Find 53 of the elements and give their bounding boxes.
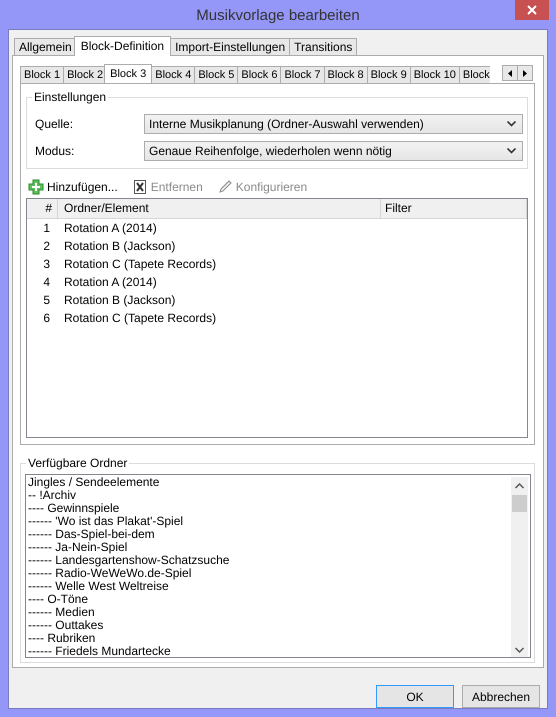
- tab[interactable]: Block 5: [194, 66, 238, 83]
- dropdown[interactable]: Interne Musikplanung (Ordner-Auswahl verwenden): [144, 114, 523, 134]
- field-label: Modus:: [35, 144, 76, 158]
- tab[interactable]: Transitions: [289, 38, 358, 55]
- group-title: Verfügbare Ordner: [26, 456, 130, 470]
- window-title: Musikvorlage bearbeiten: [196, 7, 360, 24]
- tab[interactable]: Block 9: [366, 66, 411, 83]
- table-cell-text: Rotation C (Tapete Records): [63, 256, 218, 273]
- dialog-button[interactable]: Abbrechen: [462, 685, 540, 708]
- tab[interactable]: Block 1: [20, 66, 64, 83]
- table-cell-text: 6: [42, 310, 51, 327]
- list-item[interactable]: ------ Radio-WeWeWo.de-Spiel: [28, 567, 509, 580]
- list-item[interactable]: ------ Welle West Weltreise: [28, 580, 509, 593]
- tab[interactable]: Block 7: [280, 66, 325, 83]
- tab[interactable]: Block 8: [324, 66, 368, 83]
- dropdown[interactable]: Genaue Reihenfolge, wiederholen wenn nötig: [144, 140, 523, 160]
- table-cell-text: 5: [42, 292, 51, 309]
- column-header[interactable]: #: [27, 199, 58, 218]
- table-cell-text: Rotation C (Tapete Records): [63, 310, 218, 327]
- dialog-button[interactable]: OK: [376, 685, 454, 708]
- table-cell-text: 2: [42, 238, 51, 255]
- column-header[interactable]: Ordner/Element: [58, 199, 381, 218]
- tab[interactable]: Block 10: [410, 66, 460, 83]
- list-item[interactable]: Jingles / Sendeelemente: [28, 476, 509, 489]
- group-title: Einstellungen: [32, 90, 108, 104]
- list-item[interactable]: ---- Gewinnspiele: [28, 502, 509, 515]
- column-header[interactable]: Filter: [381, 199, 527, 218]
- table-cell-text: 3: [42, 256, 51, 273]
- tab[interactable]: Block 4: [151, 66, 196, 83]
- tab[interactable]: Block: [458, 66, 490, 83]
- list-item[interactable]: ---- O-Töne: [28, 593, 509, 606]
- list-item[interactable]: ------ Friedels Mundartecke: [28, 645, 509, 657]
- table-cell-text: 1: [42, 220, 51, 237]
- tab[interactable]: Block-Definition: [74, 36, 172, 56]
- toolbar-button[interactable]: Hinzufügen...: [26, 179, 120, 195]
- list-item[interactable]: ------ 'Wo ist das Plakat'-Spiel: [28, 515, 509, 528]
- tab[interactable]: Block 6: [237, 66, 282, 83]
- tab[interactable]: Import-Einstellungen: [170, 38, 290, 55]
- field-label: Quelle:: [35, 116, 74, 130]
- table-cell-text: Rotation A (2014): [63, 274, 158, 291]
- list-item[interactable]: ------ Outtakes: [28, 619, 509, 632]
- list-item[interactable]: ------ Das-Spiel-bei-dem: [28, 528, 509, 541]
- table-cell-text: Rotation A (2014): [63, 220, 158, 237]
- tab[interactable]: Allgemein: [14, 38, 77, 55]
- list-item[interactable]: ------ Landesgartenshow-Schatzsuche: [28, 554, 509, 567]
- list-item[interactable]: -- !Archiv: [28, 489, 509, 502]
- list-item[interactable]: ------ Ja-Nein-Spiel: [28, 541, 509, 554]
- tab[interactable]: Block 3: [104, 64, 152, 83]
- table-cell-text: 4: [42, 274, 51, 291]
- table-cell-text: Rotation B (Jackson): [63, 238, 176, 255]
- list-item[interactable]: ------ Medien: [28, 606, 509, 619]
- table-cell-text: Rotation B (Jackson): [63, 292, 176, 309]
- list-item[interactable]: ---- Rubriken: [28, 632, 509, 645]
